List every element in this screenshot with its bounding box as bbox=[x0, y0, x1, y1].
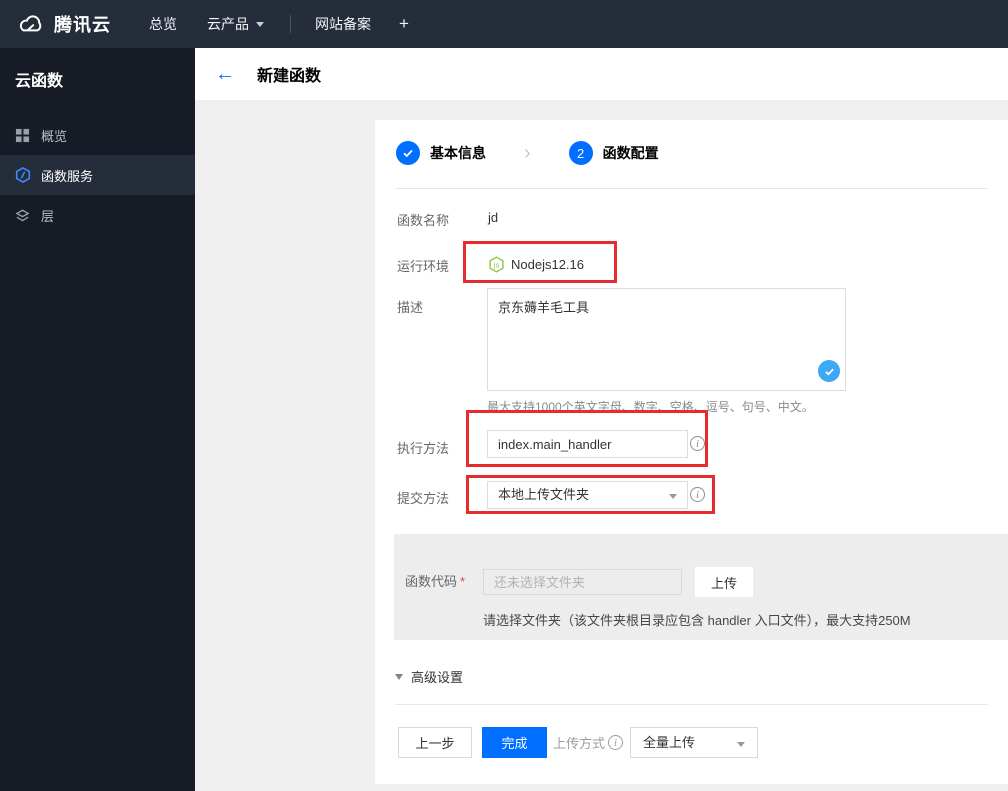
function-name-label: 函数名称 bbox=[397, 213, 450, 228]
previous-step-button[interactable]: 上一步 bbox=[398, 727, 472, 758]
nav-divider bbox=[290, 15, 291, 33]
description-label: 描述 bbox=[397, 300, 424, 315]
chevron-down-icon bbox=[737, 742, 745, 751]
info-icon[interactable]: i bbox=[690, 487, 705, 502]
app-window: 腾讯云 总览 云产品 网站备案 + 云函数 概览 函数服务 层 ← 新建函数 基… bbox=[0, 0, 1008, 791]
scf-hexagon-icon bbox=[14, 167, 31, 183]
advanced-settings-toggle[interactable]: 高级设置 bbox=[395, 666, 463, 686]
grid-icon bbox=[14, 128, 31, 143]
content-area: 基本信息 › 2 函数配置 函数名称 jd 运行环境 js Nodejs12.1… bbox=[195, 100, 1008, 791]
upload-mode-label-row: 上传方式 i bbox=[553, 727, 624, 758]
nav-overview[interactable]: 总览 bbox=[149, 14, 177, 34]
step2-number-badge: 2 bbox=[568, 141, 593, 165]
chevron-down-icon bbox=[256, 21, 264, 31]
nodejs-icon: js bbox=[488, 255, 505, 273]
step-indicator: 基本信息 › 2 函数配置 bbox=[396, 141, 659, 165]
valid-check-icon bbox=[818, 360, 840, 382]
info-icon[interactable]: i bbox=[690, 436, 705, 451]
runtime-label: 运行环境 bbox=[397, 259, 450, 274]
sidebar-menu: 概览 函数服务 层 bbox=[0, 115, 195, 235]
sidebar: 云函数 概览 函数服务 层 bbox=[0, 48, 195, 791]
submit-method-label: 提交方法 bbox=[397, 491, 450, 506]
function-code-label: 函数代码 * bbox=[405, 571, 465, 590]
submit-method-value: 本地上传文件夹 bbox=[498, 487, 590, 502]
brand-name[interactable]: 腾讯云 bbox=[54, 11, 111, 37]
description-hint: 最大支持1000个英文字母、数字、空格、逗号、句号、中文。 bbox=[487, 400, 814, 414]
sidebar-item-layers[interactable]: 层 bbox=[0, 195, 195, 235]
chevron-down-icon bbox=[669, 494, 677, 503]
sidebar-item-label: 函数服务 bbox=[41, 168, 94, 184]
function-name-value: jd bbox=[488, 210, 499, 225]
nav-add-tab-button[interactable]: + bbox=[399, 14, 409, 34]
sidebar-item-functions[interactable]: 函数服务 bbox=[0, 155, 195, 195]
description-textarea[interactable]: 京东薅羊毛工具 bbox=[487, 288, 846, 391]
handler-input[interactable] bbox=[487, 430, 688, 458]
step-chevron-icon: › bbox=[524, 142, 531, 164]
handler-label: 执行方法 bbox=[397, 441, 450, 456]
nav-beian[interactable]: 网站备案 bbox=[315, 14, 371, 34]
upload-mode-select[interactable]: 全量上传 bbox=[630, 727, 758, 758]
sidebar-title: 云函数 bbox=[15, 73, 64, 90]
topbar: 腾讯云 总览 云产品 网站备案 + bbox=[0, 0, 1008, 48]
divider bbox=[395, 704, 988, 705]
svg-text:js: js bbox=[493, 260, 500, 269]
advanced-settings-label: 高级设置 bbox=[411, 669, 464, 685]
create-function-card: 基本信息 › 2 函数配置 函数名称 jd 运行环境 js Nodejs12.1… bbox=[375, 120, 1008, 784]
page-header: ← 新建函数 bbox=[195, 48, 1008, 100]
function-code-section: 函数代码* 上传 请选择文件夹（该文件夹根目录应包含 handler 入口文件）… bbox=[394, 534, 1008, 640]
step1-label: 基本信息 bbox=[430, 145, 486, 161]
sidebar-item-overview[interactable]: 概览 bbox=[0, 115, 195, 155]
step1-done-check-icon bbox=[396, 141, 420, 165]
runtime-value-row: js Nodejs12.16 bbox=[488, 252, 584, 276]
submit-method-select[interactable]: 本地上传文件夹 bbox=[487, 481, 688, 509]
nav-products[interactable]: 云产品 bbox=[207, 14, 264, 34]
folder-path-input bbox=[483, 569, 682, 595]
layers-icon bbox=[14, 208, 31, 223]
caret-down-icon bbox=[395, 673, 403, 684]
sidebar-item-label: 概览 bbox=[41, 128, 68, 144]
page-title: 新建函数 bbox=[257, 68, 322, 85]
required-asterisk: * bbox=[460, 574, 466, 589]
function-code-hint: 请选择文件夹（该文件夹根目录应包含 handler 入口文件），最大支持250M bbox=[483, 613, 911, 628]
function-code-label-text: 函数代码 bbox=[405, 574, 458, 589]
info-icon[interactable]: i bbox=[608, 735, 624, 750]
upload-mode-label: 上传方式 bbox=[553, 736, 606, 751]
back-arrow-icon[interactable]: ← bbox=[215, 64, 235, 84]
sidebar-item-label: 层 bbox=[41, 208, 55, 224]
tencent-cloud-logo-icon[interactable] bbox=[16, 12, 46, 36]
divider bbox=[395, 188, 988, 189]
runtime-value: Nodejs12.16 bbox=[511, 256, 584, 272]
nav-products-label: 云产品 bbox=[207, 16, 249, 32]
upload-button[interactable]: 上传 bbox=[695, 567, 753, 597]
step2-label: 函数配置 bbox=[602, 145, 659, 161]
finish-button[interactable]: 完成 bbox=[482, 727, 547, 758]
